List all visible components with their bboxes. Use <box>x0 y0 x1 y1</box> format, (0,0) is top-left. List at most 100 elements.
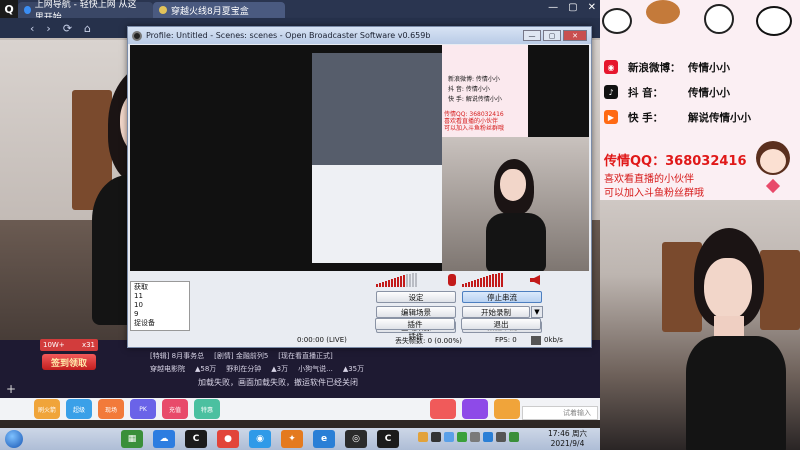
bird-app-icon[interactable]: ● <box>217 430 239 448</box>
preview-qq-text: 传情QQ: 368032416 喜欢看直播的小伙伴 可以加入斗鱼粉丝群哦 <box>444 111 505 132</box>
microphone-icon[interactable] <box>448 274 456 286</box>
desktop-volume-meter[interactable] <box>462 273 503 287</box>
browser-c-icon[interactable]: C <box>185 430 207 448</box>
ticker-item[interactable]: [特辑] 8月事务总 <box>150 351 204 361</box>
system-clock[interactable]: 17:46 周六 2021/9/4 <box>548 429 587 449</box>
exit-button[interactable]: 退出 <box>461 318 541 330</box>
screen: Q 上网导航 - 轻快上网 从这里开始 穿越火线8月夏宝盒 — ▢ ✕ ‹ › … <box>0 0 800 450</box>
scene-item[interactable]: 捉设备 <box>134 319 186 328</box>
gift-item[interactable]: 现场 <box>98 399 124 419</box>
live-time: 0:00:00 (LIVE) <box>297 336 347 344</box>
preview-camera <box>442 137 589 271</box>
obs-close-button[interactable]: ✕ <box>563 30 587 41</box>
tray-icon[interactable] <box>418 432 428 442</box>
dropped-frames: 丢失帧数: 0 (0.00%) <box>395 337 462 345</box>
gift-item[interactable] <box>494 399 520 419</box>
start-button-icon[interactable] <box>5 430 23 448</box>
tray-icon[interactable] <box>509 432 519 442</box>
back-icon[interactable]: ‹ <box>30 22 34 35</box>
obs-status-bar <box>130 363 589 375</box>
preview-mixer-capture <box>312 165 442 263</box>
weibo-icon: ◉ <box>604 60 618 74</box>
obs-titlebar[interactable]: Profile: Untitled - Scenes: scenes - Ope… <box>128 27 591 44</box>
tray-icon[interactable] <box>483 432 493 442</box>
qq-browser-icon[interactable]: ◉ <box>249 430 271 448</box>
browser-tabbar: Q 上网导航 - 轻快上网 从这里开始 穿越火线8月夏宝盒 — ▢ ✕ <box>0 0 600 23</box>
gift-item[interactable]: 充值 <box>162 399 188 419</box>
maximize-button[interactable]: ▢ <box>568 2 577 13</box>
ie-icon[interactable]: e <box>313 430 335 448</box>
tray-icon[interactable] <box>470 432 480 442</box>
minimize-button[interactable]: — <box>548 2 558 13</box>
tab-label: 穿越火线8月夏宝盒 <box>171 6 249 17</box>
windows-taskbar: ▦ ☁ C ● ◉ ✦ e ◎ C 17:46 周六 2021/9/4 <box>0 428 600 450</box>
sign-in-button[interactable]: 签到领取 <box>42 354 96 370</box>
tab-cf-event[interactable]: 穿越火线8月夏宝盒 <box>153 2 285 18</box>
ticker-item[interactable]: [现在看直播正式] <box>278 351 332 361</box>
obs-logo-icon <box>132 30 142 41</box>
mic-volume-meter[interactable] <box>376 273 417 287</box>
edit-scene-button[interactable]: 编辑场景 <box>376 306 456 318</box>
douyin-icon: ♪ <box>604 85 618 99</box>
qq-number: 传情QQ：368032416 <box>604 154 747 169</box>
close-button[interactable]: ✕ <box>588 2 596 13</box>
gift-item[interactable]: 刷火箭 <box>34 399 60 419</box>
social-weibo: ◉ 新浪微博： 传情小小 <box>600 58 800 76</box>
refresh-icon[interactable]: ⟳ <box>63 22 72 35</box>
tray-icon[interactable] <box>431 432 441 442</box>
stop-stream-button[interactable]: 停止串流 <box>462 291 542 303</box>
ticker-item[interactable]: [剧情] 金融前列5 <box>214 351 268 361</box>
browser-c-icon-2[interactable]: C <box>377 430 399 448</box>
task-manager-icon[interactable]: ▦ <box>121 430 143 448</box>
social-douyin: ♪ 抖 音： 传情小小 <box>600 83 800 101</box>
game-icon[interactable]: ✦ <box>281 430 303 448</box>
obs-status-bar: 0:00:00 (LIVE) 丢失帧数: 0 (0.00%) FPS: 0 0k… <box>129 335 590 347</box>
speaker-icon[interactable] <box>530 275 540 285</box>
obs-window: Profile: Untitled - Scenes: scenes - Ope… <box>127 26 592 348</box>
fan-badge[interactable]: 10W+ x31 <box>40 339 98 351</box>
browser-logo-icon[interactable]: Q <box>0 0 18 18</box>
scene-item[interactable]: 获取 <box>134 283 186 292</box>
settings-button[interactable]: 设定 <box>376 291 456 303</box>
add-icon[interactable]: + <box>0 380 22 398</box>
record-dropdown-button[interactable]: ▼ <box>531 306 543 318</box>
scene-item[interactable]: 11 <box>134 292 186 301</box>
streamer-preview <box>480 157 560 271</box>
tray-icon[interactable] <box>496 432 506 442</box>
load-failed-tip: 加载失败，画面加载失败，撤运软件已经关闭 <box>198 378 358 387</box>
social-kuaishou: ▶ 快 手： 解说传情小小 <box>600 108 800 126</box>
obs-maximize-button[interactable]: ▢ <box>543 30 561 41</box>
clock-date: 2021/9/4 <box>550 439 585 448</box>
forward-icon[interactable]: › <box>46 22 50 35</box>
system-tray <box>418 432 519 442</box>
tab-navigation[interactable]: 上网导航 - 轻快上网 从这里开始 <box>18 0 153 23</box>
cartoon-girl-decoration <box>746 137 796 197</box>
chat-input[interactable]: 试着输入 <box>522 406 598 420</box>
bitrate-indicator-icon <box>531 336 541 345</box>
plugins-button[interactable]: 插件 <box>375 318 455 330</box>
obs-title-text: Profile: Untitled - Scenes: scenes - Ope… <box>146 31 431 40</box>
gift-item[interactable]: 超级 <box>66 399 92 419</box>
tray-icon[interactable] <box>444 432 454 442</box>
start-record-button[interactable]: 开始录制 <box>462 306 530 318</box>
gift-item[interactable]: PK <box>130 399 156 419</box>
gift-item[interactable] <box>462 399 488 419</box>
kuaishou-icon: ▶ <box>604 110 618 124</box>
tab-favicon-icon <box>159 6 167 14</box>
streamer-info-panel: ◉ 新浪微博： 传情小小 ♪ 抖 音： 传情小小 ▶ 快 手： 解说传情小小 传… <box>600 0 800 450</box>
scene-item[interactable]: 10 <box>134 301 186 310</box>
cloud-drive-icon[interactable]: ☁ <box>153 430 175 448</box>
streamer-webcam <box>680 228 800 450</box>
scene-list[interactable]: 获取 11 10 9 捉设备 <box>130 281 190 331</box>
obs-icon[interactable]: ◎ <box>345 430 367 448</box>
fps-readout: FPS: 0 <box>495 336 517 344</box>
gift-item[interactable]: 特惠 <box>194 399 220 419</box>
obs-minimize-button[interactable]: — <box>523 30 541 41</box>
scene-item[interactable]: 9 <box>134 310 186 319</box>
cartoon-animal-decoration <box>600 0 800 44</box>
home-icon[interactable]: ⌂ <box>84 22 91 35</box>
tray-icon[interactable] <box>457 432 467 442</box>
obs-preview: 新浪微博: 传情小小 抖 音: 传情小小 快 手: 解说传情小小 传情QQ: 3… <box>130 45 589 271</box>
bitrate-readout: 0kb/s <box>544 336 563 344</box>
gift-item[interactable] <box>430 399 456 419</box>
